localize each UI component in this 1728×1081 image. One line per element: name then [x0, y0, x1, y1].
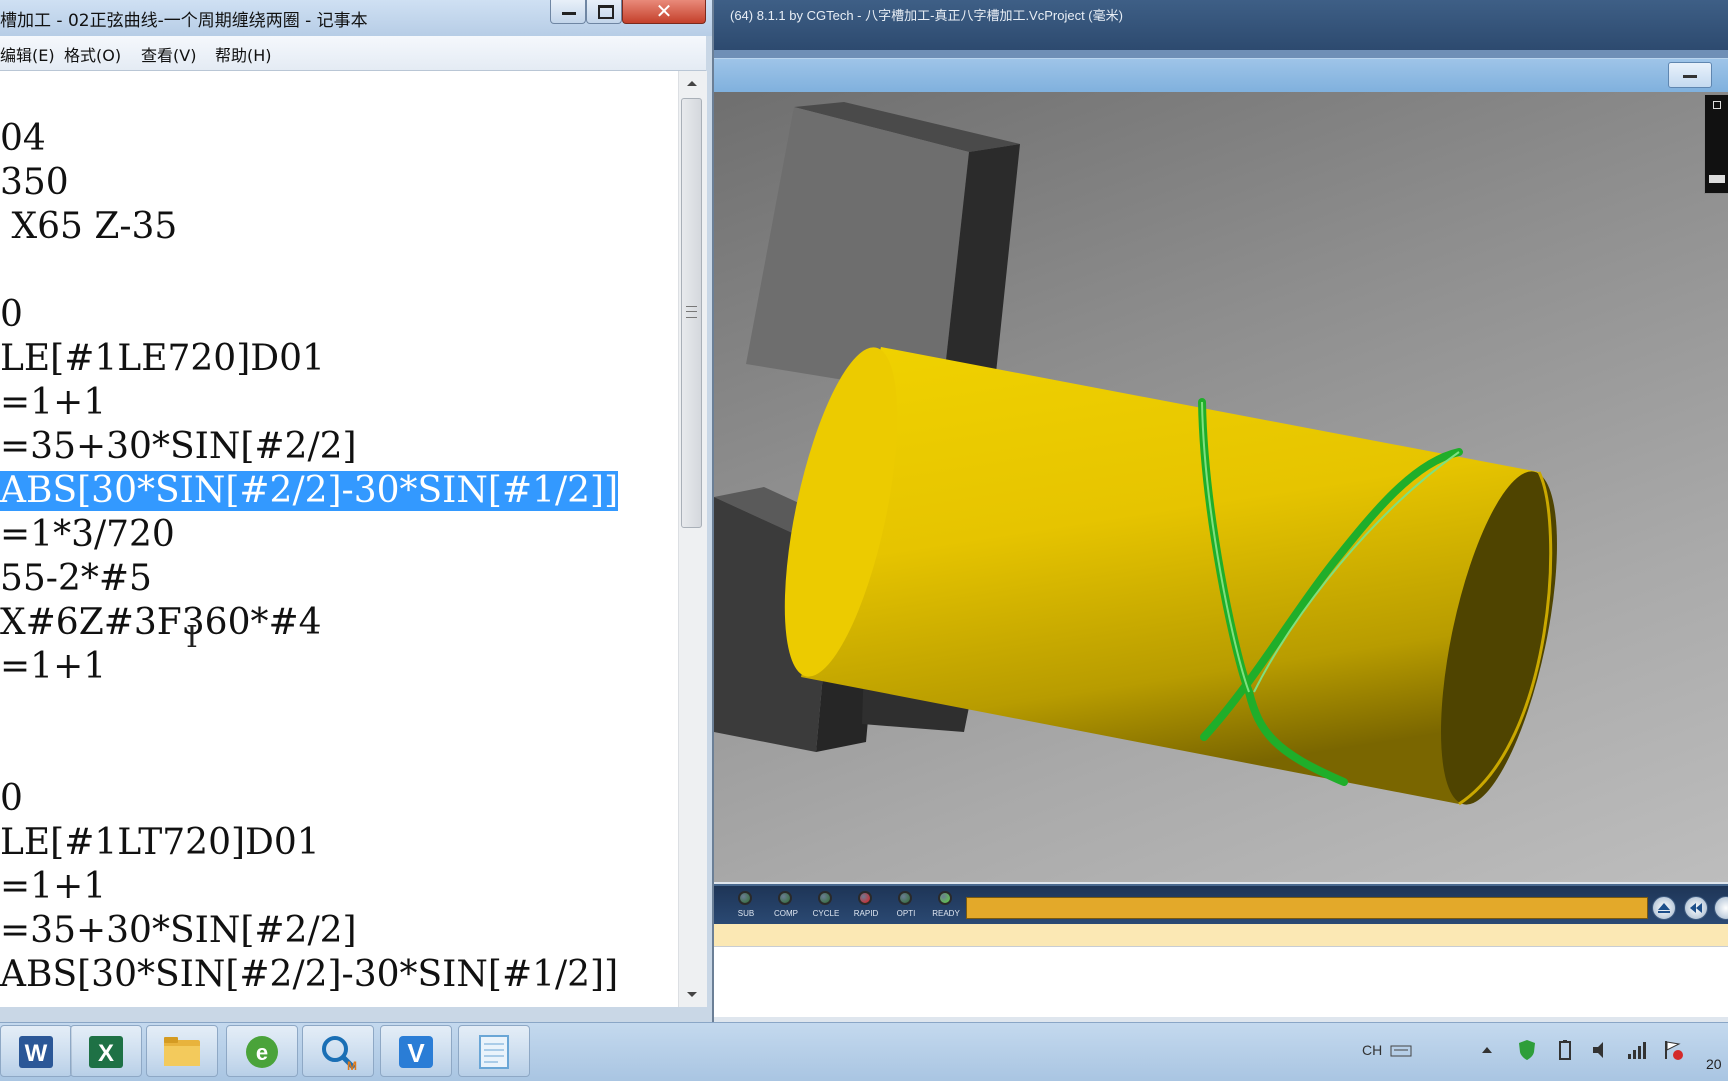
led-cycle-light — [818, 891, 832, 905]
code-line: ABS[30*SIN[#2/2]-30*SIN[#1/2]] — [0, 954, 619, 995]
led-opti-light — [898, 891, 912, 905]
close-icon: ✕ — [655, 0, 673, 23]
view-minimize-button[interactable] — [1668, 62, 1712, 88]
taskbar-mastercam[interactable]: M — [302, 1025, 374, 1077]
scroll-up-button[interactable] — [678, 72, 706, 96]
led-cycle-label: CYCLE — [812, 909, 840, 918]
scroll-up-icon — [687, 81, 697, 86]
code-line: 350 — [0, 162, 69, 203]
led-comp: COMP — [768, 891, 804, 925]
rewind-icon — [1690, 903, 1702, 913]
fixture-block-front — [746, 107, 969, 396]
led-sub: SUB — [728, 891, 764, 925]
keyboard-icon[interactable] — [1390, 1038, 1412, 1062]
maximize-button[interactable] — [586, 0, 622, 24]
led-cycle: CYCLE — [808, 891, 844, 925]
led-sub-label: SUB — [737, 909, 755, 918]
led-rapid: RAPID — [848, 891, 884, 925]
simulation-progress-bar — [966, 897, 1648, 919]
code-line: =1*3/720 — [0, 514, 175, 555]
taskbar-vericut[interactable]: V — [380, 1025, 452, 1077]
svg-text:V: V — [407, 1038, 425, 1068]
notepad-text-area[interactable]: 04 350 X65 Z-35 0 LE[#1LE720]D01 =1+1 =3… — [0, 71, 678, 1007]
menu-help[interactable]: 帮助(H) — [215, 42, 272, 66]
code-line: =1+1 — [0, 382, 107, 423]
taskbar-explorer[interactable] — [146, 1025, 218, 1077]
led-ready-light — [938, 891, 952, 905]
vericut-log-area[interactable] — [714, 946, 1728, 1017]
workpiece-cylinder-body — [801, 347, 1539, 804]
svg-text:X: X — [98, 1040, 114, 1067]
led-sub-light — [738, 891, 752, 905]
led-comp-light — [778, 891, 792, 905]
language-indicator[interactable]: CH — [1362, 1042, 1382, 1058]
simulation-viewport[interactable] — [714, 92, 1728, 882]
led-comp-label: COMP — [774, 909, 798, 918]
menu-edit[interactable]: 编辑(E) — [0, 42, 55, 66]
taskbar-notepad[interactable] — [458, 1025, 530, 1077]
code-line: =1+1 — [0, 646, 107, 687]
machining-scene — [714, 102, 1557, 806]
view-orientation-widget[interactable] — [1704, 94, 1728, 194]
taskbar-excel[interactable]: X — [70, 1025, 142, 1077]
vericut-toolbar-strip — [714, 50, 1728, 58]
code-line: X#6Z#3F360*#4 — [0, 602, 322, 643]
menu-view[interactable]: 查看(V) — [141, 42, 196, 66]
show-hidden-icons-icon[interactable] — [1476, 1038, 1498, 1062]
word-icon: W — [19, 1036, 53, 1068]
notepad-menubar: 编辑(E) 格式(O) 查看(V) 帮助(H) — [0, 36, 706, 71]
led-rapid-label: RAPID — [853, 909, 879, 918]
volume-icon[interactable] — [1590, 1038, 1612, 1062]
svg-text:e: e — [256, 1040, 268, 1065]
led-rapid-light — [858, 891, 872, 905]
scroll-down-icon — [687, 992, 697, 997]
browser-icon: e — [246, 1036, 278, 1068]
code-line: 55-2*#5 — [0, 558, 152, 599]
code-line: =1+1 — [0, 866, 107, 907]
scroll-down-button[interactable] — [678, 982, 706, 1006]
code-line: 04 — [0, 118, 46, 159]
code-line: LE[#1LT720]D01 — [0, 822, 320, 863]
vericut-title: (64) 8.1.1 by CGTech - 八字槽加工-真正八字槽加工.VcP… — [730, 8, 1123, 23]
mastercam-icon: M — [322, 1036, 357, 1072]
minimize-button[interactable] — [550, 0, 586, 24]
led-opti-label: OPTI — [896, 909, 916, 918]
taskbar-browser[interactable]: e — [226, 1025, 298, 1077]
code-line: X65 Z-35 — [0, 206, 178, 247]
notepad-icon — [479, 1035, 509, 1069]
svg-text:W: W — [25, 1040, 48, 1067]
vericut-icon: V — [399, 1036, 433, 1068]
sim-step-back-button[interactable] — [1684, 896, 1708, 920]
system-clock[interactable]: 20 — [1706, 1056, 1722, 1072]
svg-text:M: M — [347, 1059, 357, 1072]
code-line: 0 — [0, 294, 23, 335]
code-line-selected: ABS[30*SIN[#2/2]-30*SIN[#1/2]] — [0, 470, 619, 511]
security-shield-icon[interactable] — [1516, 1038, 1538, 1062]
text-cursor-icon: I — [186, 620, 198, 655]
vericut-view-titlebar[interactable] — [714, 58, 1728, 93]
code-line: =35+30*SIN[#2/2] — [0, 910, 357, 951]
excel-icon: X — [89, 1036, 123, 1068]
sim-rewind-button[interactable] — [1652, 896, 1676, 920]
code-line: LE[#1LE720]D01 — [0, 338, 325, 379]
code-line: =35+30*SIN[#2/2] — [0, 426, 357, 467]
led-opti: OPTI — [888, 891, 924, 925]
action-center-flag-icon[interactable] — [1662, 1038, 1684, 1062]
close-button[interactable]: ✕ — [622, 0, 706, 24]
scroll-grip-icon — [686, 306, 697, 318]
code-line: 0 — [0, 778, 23, 819]
taskbar-word[interactable]: W — [0, 1025, 72, 1077]
led-ready: READY — [928, 891, 964, 925]
menu-format[interactable]: 格式(O) — [64, 42, 121, 66]
network-icon[interactable] — [1626, 1038, 1648, 1062]
eject-up-icon — [1658, 903, 1670, 913]
led-ready-label: READY — [932, 909, 960, 918]
vericut-message-strip — [714, 924, 1728, 946]
notepad-title: 槽加工 - 02正弦曲线-一个周期缠绕两圈 - 记事本 — [0, 11, 368, 31]
folder-icon — [164, 1037, 200, 1066]
battery-icon[interactable] — [1554, 1038, 1576, 1062]
